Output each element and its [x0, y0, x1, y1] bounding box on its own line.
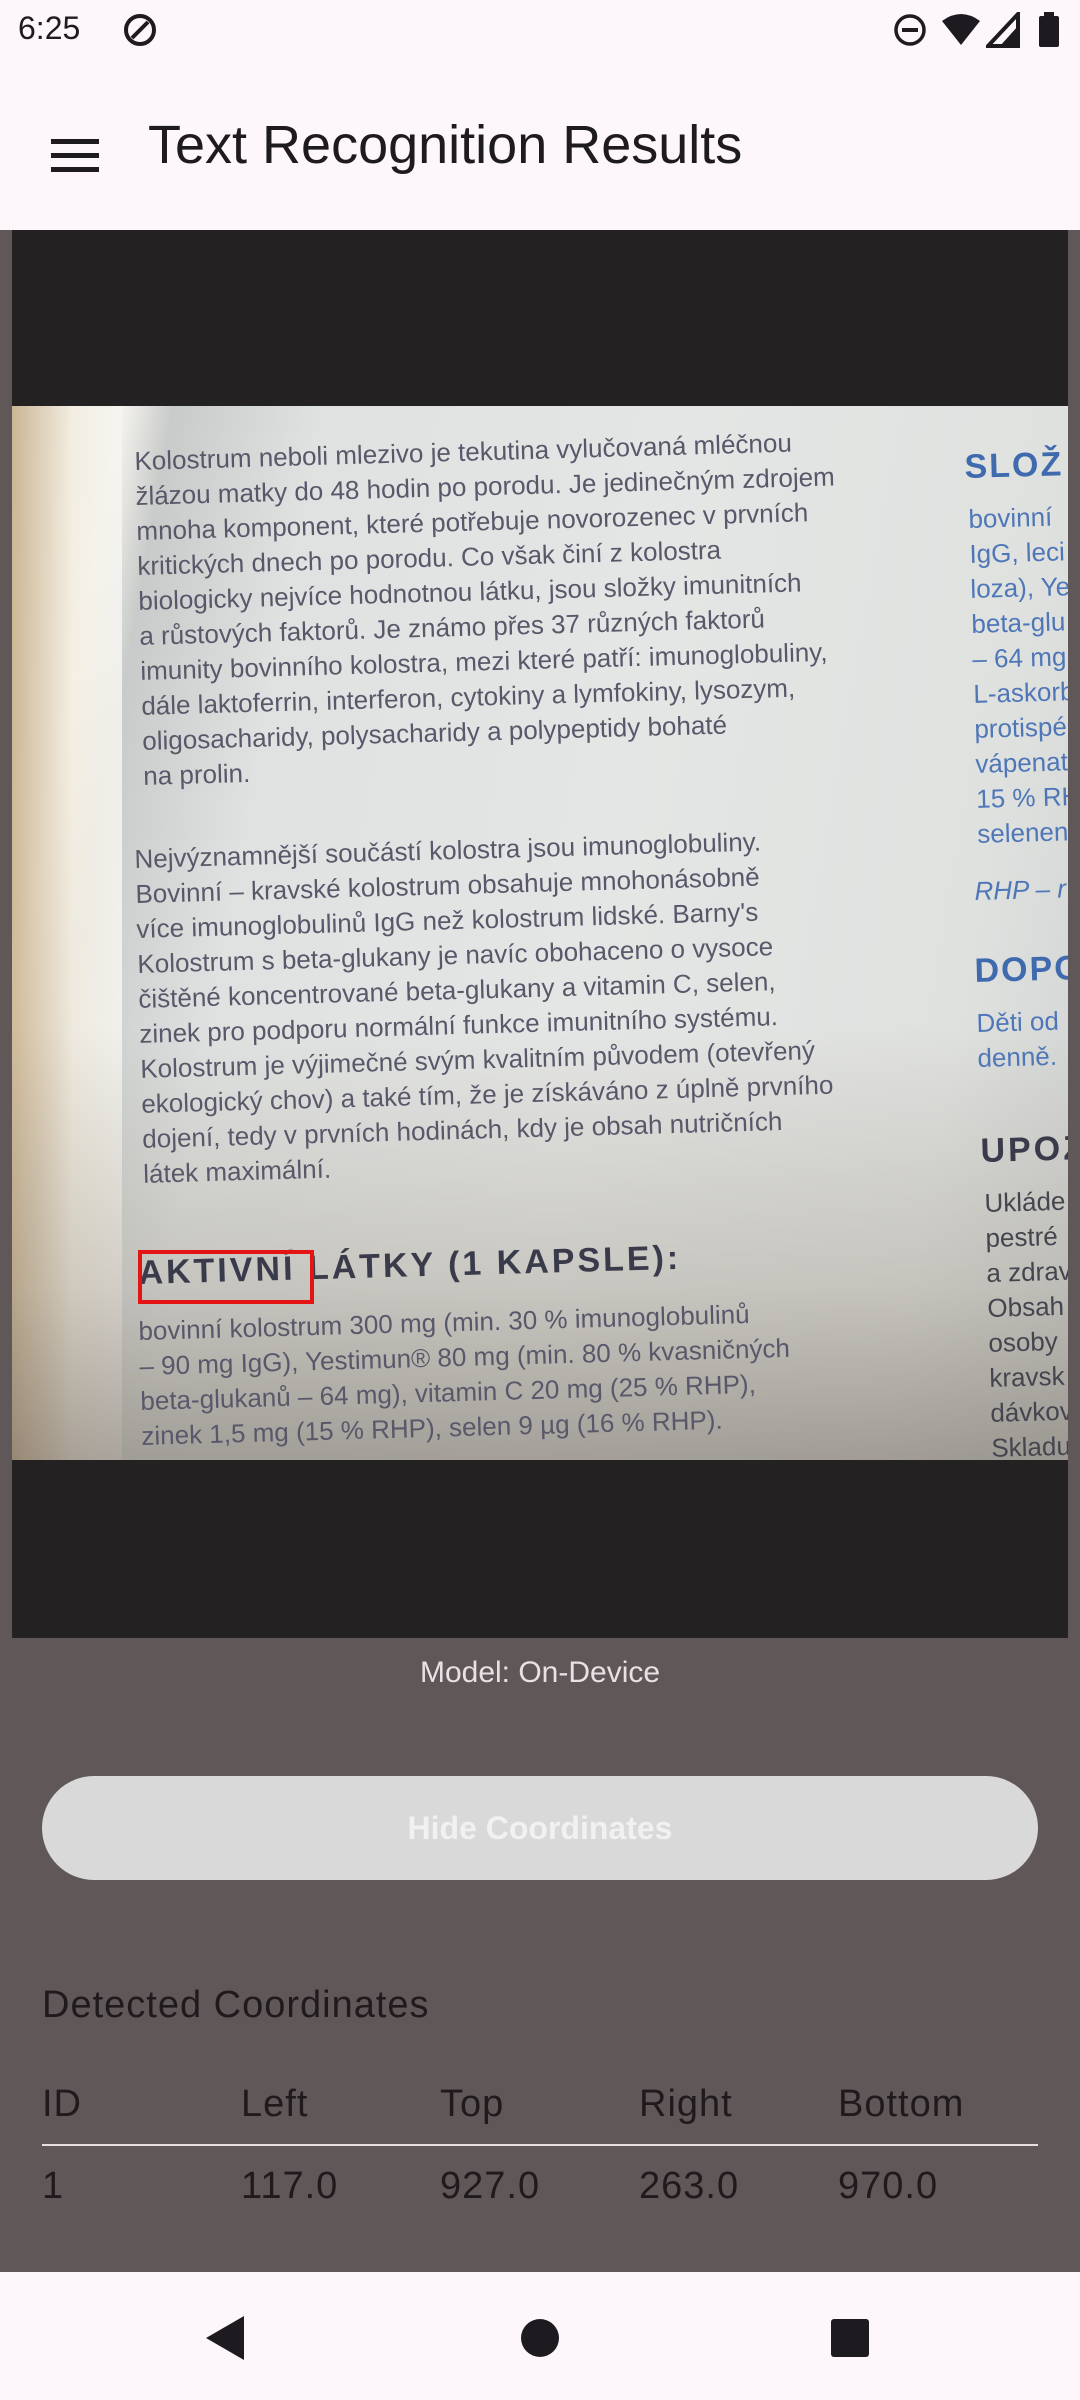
photo-paragraph-1: Kolostrum neboli mlezivo je tekutina vyl…	[134, 427, 836, 791]
captured-photo: Kolostrum neboli mlezivo je tekutina vyl…	[12, 406, 1068, 1460]
status-time: 6:25	[18, 10, 81, 46]
home-icon[interactable]	[510, 2308, 570, 2368]
table-header-row: ID Left Top Right Bottom	[42, 2064, 1038, 2146]
header-left: Left	[241, 2082, 309, 2125]
cell-left: 117.0	[241, 2164, 339, 2207]
header-id: ID	[42, 2082, 82, 2125]
photo-right-column-1: bovinní IgG, leci loza), Ye beta-glu – 6…	[968, 501, 1068, 849]
photo-right-note: RHP – r	[974, 873, 1067, 906]
table-row: 1 117.0 927.0 263.0 970.0	[42, 2146, 1038, 2226]
signal-icon	[983, 8, 1020, 52]
wifi-icon	[940, 12, 982, 52]
app-bar: Text Recognition Results	[0, 62, 1080, 230]
recents-icon[interactable]	[820, 2308, 880, 2368]
at-sign-icon	[122, 12, 158, 52]
photo-right-column-2: Děti od denně.	[976, 1005, 1060, 1073]
cell-right: 263.0	[639, 2164, 740, 2207]
photo-right-heading-3: UPOZ	[980, 1129, 1068, 1170]
cell-id: 1	[42, 2164, 65, 2207]
photo-paragraph-2: Nejvýznamnější součástí kolostra jsou im…	[134, 826, 834, 1189]
hide-coordinates-button[interactable]: Hide Coordinates	[42, 1776, 1038, 1880]
detection-box	[138, 1250, 314, 1304]
page-title: Text Recognition Results	[148, 115, 743, 175]
photo-right-column-3: Ukláde pestré a zdrav Obsah osoby kravsk…	[984, 1185, 1068, 1460]
cell-bottom: 970.0	[838, 2164, 939, 2207]
coordinates-section-title: Detected Coordinates	[42, 1984, 430, 2026]
model-label: Model: On-Device	[419, 1656, 661, 1689]
cell-top: 927.0	[440, 2164, 541, 2207]
hamburger-menu-icon	[51, 137, 99, 177]
system-navigation-bar	[0, 2272, 1080, 2400]
back-icon[interactable]	[196, 2308, 256, 2368]
status-bar: 6:25	[0, 0, 1080, 62]
photo-paragraph-3: bovinní kolostrum 300 mg (min. 30 % imun…	[138, 1298, 791, 1451]
photo-right-heading-2: DOPO	[974, 948, 1068, 990]
image-preview: Kolostrum neboli mlezivo je tekutina vyl…	[12, 230, 1068, 1638]
battery-icon	[1038, 12, 1060, 52]
header-right: Right	[639, 2082, 733, 2125]
header-bottom: Bottom	[838, 2082, 965, 2125]
do-not-disturb-icon	[892, 12, 928, 52]
coordinates-table: ID Left Top Right Bottom 1 117.0 927.0 2…	[42, 2064, 1038, 2226]
header-top: Top	[440, 2082, 505, 2125]
photo-right-heading-1: SLOŽ	[964, 445, 1064, 486]
menu-button[interactable]	[24, 106, 126, 208]
